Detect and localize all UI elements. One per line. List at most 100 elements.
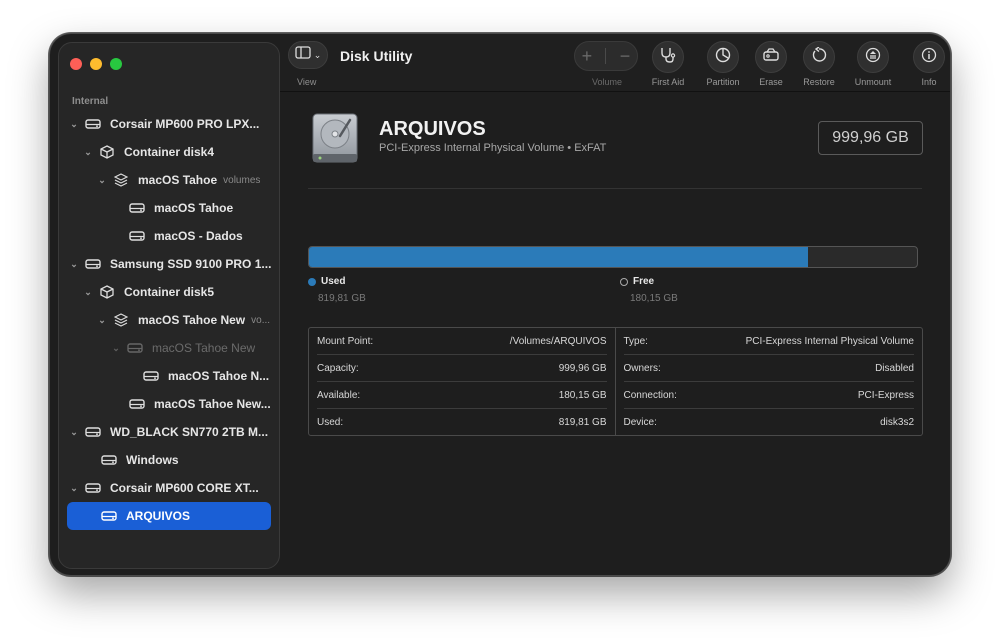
chevron-down-icon[interactable]: ⌄ bbox=[69, 427, 79, 438]
sidebar-item-label: macOS - Dados bbox=[154, 229, 243, 243]
sidebar-item-macos-tahoe[interactable]: macOS Tahoe bbox=[59, 194, 279, 222]
info-value: PCI-Express Internal Physical Volume bbox=[745, 335, 914, 347]
sidebar-section-internal: Internal bbox=[72, 96, 109, 107]
sidebar-item-macos-tahoe-new-group[interactable]: ⌄ macOS Tahoe New vo... bbox=[59, 306, 279, 334]
sidebar-item-container-disk4[interactable]: ⌄ Container disk4 bbox=[59, 138, 279, 166]
free-label: Free bbox=[633, 276, 655, 287]
sidebar-item-corsair-mp600-core[interactable]: ⌄ Corsair MP600 CORE XT... bbox=[59, 474, 279, 502]
sidebar-item-wd-black[interactable]: ⌄ WD_BLACK SN770 2TB M... bbox=[59, 418, 279, 446]
info-column-right: Type: PCI-Express Internal Physical Volum… bbox=[616, 328, 923, 435]
info-key: Mount Point: bbox=[317, 335, 374, 347]
volume-size-badge: 999,96 GB bbox=[818, 121, 923, 155]
volume-controls: + − bbox=[574, 41, 638, 71]
sidebar-item-label: macOS Tahoe bbox=[138, 173, 218, 187]
partition-button[interactable] bbox=[707, 41, 739, 73]
volume-label: Volume bbox=[591, 77, 623, 87]
info-key: Available: bbox=[317, 389, 361, 401]
remove-volume-button[interactable]: − bbox=[620, 46, 631, 67]
info-value: disk3s2 bbox=[880, 417, 914, 428]
info-value: 819,81 GB bbox=[558, 417, 607, 428]
chevron-down-icon[interactable]: ⌄ bbox=[69, 483, 79, 494]
separator bbox=[605, 48, 607, 64]
volume-detail-pane: ARQUIVOS PCI-Express Internal Physical V… bbox=[280, 92, 950, 575]
unmount-button[interactable] bbox=[857, 41, 889, 73]
info-value: PCI-Express bbox=[857, 389, 914, 401]
sidebar-item-label: Samsung SSD 9100 PRO 1... bbox=[110, 257, 272, 271]
restore-label: Restore bbox=[803, 77, 835, 87]
add-volume-button[interactable]: + bbox=[582, 46, 593, 67]
volume-disk-icon bbox=[129, 229, 145, 243]
stethoscope-icon bbox=[659, 47, 677, 68]
eraser-disk-icon bbox=[762, 47, 780, 67]
usage-bar bbox=[308, 246, 918, 268]
sidebar-toggle-icon bbox=[295, 46, 311, 64]
info-key: Device: bbox=[623, 417, 657, 428]
info-key: Owners: bbox=[623, 362, 661, 374]
info-icon bbox=[921, 47, 937, 68]
info-value: /Volumes/ARQUIVOS bbox=[509, 335, 607, 347]
restore-button[interactable] bbox=[803, 41, 835, 73]
chevron-down-icon[interactable]: ⌄ bbox=[97, 315, 107, 326]
sidebar-item-macos-dados[interactable]: macOS - Dados bbox=[59, 222, 279, 250]
volume-description: PCI-Express Internal Physical Volume • E… bbox=[379, 142, 607, 154]
chevron-down-icon[interactable]: ⌄ bbox=[83, 147, 93, 158]
chevron-down-icon[interactable]: ⌄ bbox=[69, 119, 79, 130]
sidebar-item-label: ARQUIVOS bbox=[126, 509, 191, 523]
chevron-down-icon: ⌄ bbox=[313, 49, 322, 60]
info-row: Available: 180,15 GB bbox=[317, 382, 607, 409]
sidebar-item-label: Corsair MP600 PRO LPX... bbox=[110, 117, 260, 131]
erase-button[interactable] bbox=[755, 41, 787, 73]
info-row: Mount Point: /Volumes/ARQUIVOS bbox=[317, 328, 607, 355]
volume-disk-icon bbox=[129, 397, 145, 411]
close-window-button[interactable] bbox=[70, 58, 82, 70]
sidebar-item-label: Windows bbox=[126, 453, 179, 467]
sidebar-item-label: macOS Tahoe New bbox=[152, 341, 256, 355]
sidebar-item-sublabel: volumes bbox=[223, 174, 261, 186]
sidebar-item-macos-tahoe-n[interactable]: macOS Tahoe N... bbox=[59, 362, 279, 390]
usage-bar-used-fill bbox=[309, 247, 808, 267]
info-key: Capacity: bbox=[317, 362, 359, 374]
sidebar: Internal ⌄ Corsair MP600 PRO LPX... ⌄ Co… bbox=[58, 42, 280, 569]
info-button[interactable] bbox=[913, 41, 945, 73]
zoom-window-button[interactable] bbox=[110, 58, 122, 70]
sidebar-item-label: macOS Tahoe New bbox=[138, 313, 246, 327]
first-aid-button[interactable] bbox=[652, 41, 684, 73]
info-row: Connection: PCI-Express bbox=[623, 382, 914, 409]
sidebar-item-samsung-ssd[interactable]: ⌄ Samsung SSD 9100 PRO 1... bbox=[59, 250, 279, 278]
window-title: Disk Utility bbox=[340, 48, 413, 64]
chevron-down-icon[interactable]: ⌄ bbox=[111, 343, 121, 354]
sidebar-item-label: Corsair MP600 CORE XT... bbox=[110, 481, 259, 495]
disk-utility-window: Internal ⌄ Corsair MP600 PRO LPX... ⌄ Co… bbox=[49, 33, 951, 576]
sidebar-item-sublabel: vo... bbox=[251, 314, 271, 326]
partition-label: Partition bbox=[706, 77, 740, 87]
chevron-down-icon[interactable]: ⌄ bbox=[69, 259, 79, 270]
sidebar-item-macos-tahoe-group[interactable]: ⌄ macOS Tahoe volumes bbox=[59, 166, 279, 194]
sidebar-tree: ⌄ Corsair MP600 PRO LPX... ⌄ Container d… bbox=[59, 110, 279, 530]
volume-info-table: Mount Point: /Volumes/ARQUIVOS Capacity: 9… bbox=[308, 327, 923, 436]
sidebar-item-macos-tahoe-new-data[interactable]: macOS Tahoe New... bbox=[59, 390, 279, 418]
volume-name: ARQUIVOS bbox=[379, 118, 486, 140]
volume-disk-icon bbox=[143, 369, 159, 383]
sidebar-item-arquivos[interactable]: ARQUIVOS bbox=[67, 502, 271, 530]
volume-disk-icon bbox=[101, 453, 117, 467]
stacked-layers-icon bbox=[113, 313, 129, 327]
chevron-down-icon[interactable]: ⌄ bbox=[97, 175, 107, 186]
divider bbox=[308, 188, 922, 189]
info-row: Capacity: 999,96 GB bbox=[317, 355, 607, 382]
sidebar-item-label: macOS Tahoe N... bbox=[168, 369, 270, 383]
sidebar-item-windows[interactable]: Windows bbox=[59, 446, 279, 474]
sidebar-item-label: macOS Tahoe bbox=[154, 201, 234, 215]
eject-icon bbox=[865, 47, 881, 68]
unmount-label: Unmount bbox=[854, 77, 892, 87]
view-menu-button[interactable]: ⌄ bbox=[288, 41, 328, 69]
sidebar-item-corsair-mp600-pro[interactable]: ⌄ Corsair MP600 PRO LPX... bbox=[59, 110, 279, 138]
first-aid-label: First Aid bbox=[651, 77, 685, 87]
sidebar-item-container-disk5[interactable]: ⌄ Container disk5 bbox=[59, 278, 279, 306]
minimize-window-button[interactable] bbox=[90, 58, 102, 70]
info-value: 999,96 GB bbox=[558, 362, 607, 374]
info-row: Type: PCI-Express Internal Physical Volum… bbox=[623, 328, 914, 355]
info-key: Used: bbox=[317, 417, 344, 428]
pie-partition-icon bbox=[715, 47, 731, 68]
chevron-down-icon[interactable]: ⌄ bbox=[83, 287, 93, 298]
sidebar-item-macos-tahoe-new-snapshot[interactable]: ⌄ macOS Tahoe New bbox=[59, 334, 279, 362]
